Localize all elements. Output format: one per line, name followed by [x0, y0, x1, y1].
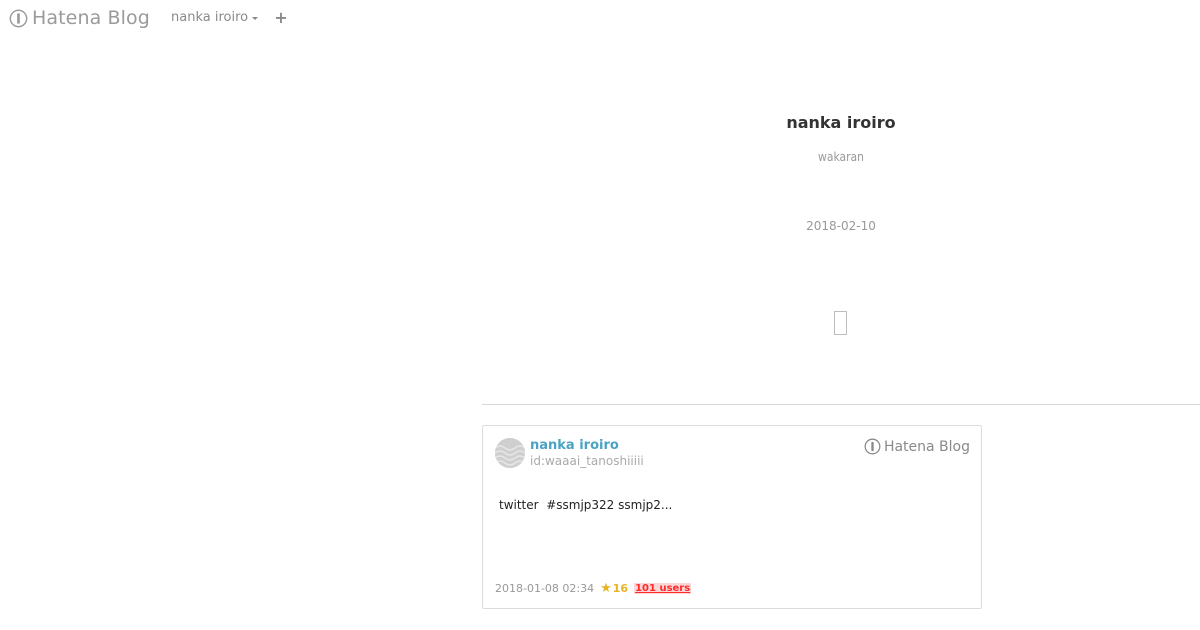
blog-embed-card[interactable]: nanka iroiro id:waaai_tanoshiiiii Hatena…	[482, 425, 982, 609]
plus-icon: +	[274, 8, 288, 27]
blog-switcher-menu[interactable]: nanka iroiro	[171, 10, 259, 25]
blog-header: nanka iroiro wakaran 2018-02-10	[482, 0, 1200, 404]
hatena-blog-logo-icon	[864, 438, 881, 455]
card-footer: 2018-01-08 02:34 ★ 16 101 users	[495, 580, 692, 596]
hatena-blog-logo-icon	[9, 9, 28, 27]
star-icon: ★	[600, 580, 612, 596]
avatar-pattern-icon	[495, 438, 525, 468]
blog-switcher-label: nanka iroiro	[171, 10, 249, 25]
broken-image-placeholder	[834, 311, 847, 335]
new-entry-button[interactable]: +	[274, 9, 288, 27]
section-divider	[482, 404, 1200, 405]
blog-title[interactable]: nanka iroiro	[482, 113, 1200, 132]
author-avatar[interactable]	[495, 438, 525, 468]
card-entry-date: 2018-01-08 02:34	[495, 582, 595, 595]
entry-excerpt[interactable]: twitter #ssmjp322 ssmjp2...	[499, 498, 672, 512]
star-count[interactable]: ★ 16	[600, 580, 629, 596]
bookmark-users-badge[interactable]: 101 users	[634, 583, 692, 594]
star-count-value: 16	[612, 582, 629, 595]
card-hatena-blog-link[interactable]: Hatena Blog	[864, 438, 970, 455]
card-brand-label: Hatena Blog	[883, 438, 970, 455]
hatena-blog-home-link[interactable]: Hatena Blog	[9, 7, 150, 29]
author-name-link[interactable]: nanka iroiro	[530, 438, 619, 453]
author-id-link[interactable]: id:waaai_tanoshiiiii	[530, 454, 644, 468]
caret-down-icon	[252, 16, 259, 20]
entry-date[interactable]: 2018-02-10	[482, 219, 1200, 233]
blog-description: wakaran	[818, 150, 864, 164]
brand-label: Hatena Blog	[32, 7, 150, 29]
